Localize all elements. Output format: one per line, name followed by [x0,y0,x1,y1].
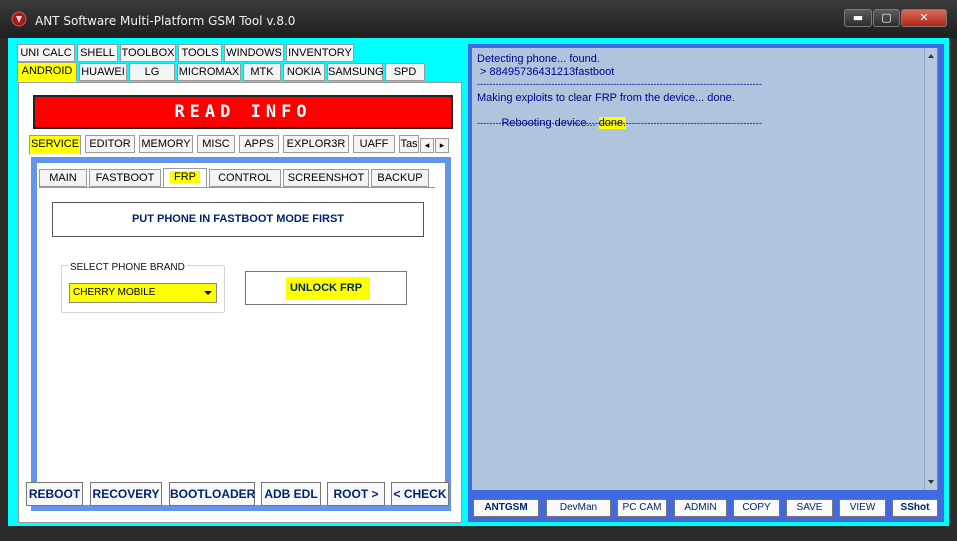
log-line: Making exploits to clear FRP from the de… [477,92,735,104]
tab-control[interactable]: CONTROL [209,169,281,187]
tab-main[interactable]: MAIN [39,169,87,187]
scroll-down-icon[interactable] [928,480,934,484]
tab-lg[interactable]: LG [129,63,175,81]
log-line: Detecting phone... found. [477,53,600,65]
service-frame: MAIN FASTBOOT FRP CONTROL SCREENSHOT BAC… [31,157,451,511]
tab-huawei[interactable]: HUAWEI [79,63,127,81]
android-tab-page: READ INFO SERVICE EDITOR MEMORY MISC APP… [18,82,462,523]
tab-scroll-right-icon[interactable]: ▸ [435,138,449,153]
copy-button[interactable]: COPY [733,499,780,517]
adb-edl-button[interactable]: ADB EDL [261,482,321,506]
tab-divider [39,187,435,188]
tab-scroll-left-icon[interactable]: ◂ [420,138,434,153]
tab-windows[interactable]: WINDOWS [224,44,284,62]
left-panel: UNI CALC SHELL TOOLBOX TOOLS WINDOWS INV… [12,42,464,523]
service-page: MAIN FASTBOOT FRP CONTROL SCREENSHOT BAC… [37,163,445,505]
scroll-up-icon[interactable] [928,54,934,58]
read-info-button[interactable]: READ INFO [33,95,453,129]
reboot-button[interactable]: REBOOT [26,482,83,506]
tab-micromax[interactable]: MICROMAX [177,63,241,81]
recovery-button[interactable]: RECOVERY [90,482,162,506]
log-scrollbar[interactable] [924,48,937,490]
tab-nokia[interactable]: NOKIA [283,63,325,81]
log-line: > 88495736431213fastboot [477,66,615,78]
bootloader-button[interactable]: BOOTLOADER [169,482,255,506]
tab-frp-label: FRP [170,171,200,183]
maximize-button[interactable]: ▢ [873,9,900,27]
tab-frp[interactable]: FRP [163,168,207,188]
view-button[interactable]: VIEW [839,499,886,517]
tab-tools[interactable]: TOOLS [178,44,222,62]
phone-brand-select[interactable]: CHERRY MOBILE [69,283,217,303]
tab-samsung[interactable]: SAMSUNG [327,63,384,81]
tab-android[interactable]: ANDROID [17,62,77,82]
tab-editor[interactable]: EDITOR [85,135,135,153]
tab-misc[interactable]: MISC [197,135,235,153]
log-separator: ----------------------------------------… [477,118,762,128]
log-separator: ----------------------------------------… [477,79,762,89]
tab-service[interactable]: SERVICE [29,135,81,155]
tab-uni-calc[interactable]: UNI CALC [17,44,75,62]
tab-explor3r[interactable]: EXPLOR3R [283,135,349,153]
chevron-down-icon [204,291,212,295]
tab-mtk[interactable]: MTK [243,63,281,81]
pc-cam-button[interactable]: PC CAM [617,499,667,517]
admin-button[interactable]: ADMIN [674,499,727,517]
app-logo-icon [11,11,27,27]
tab-uaff[interactable]: UAFF [353,135,395,153]
minimize-button[interactable]: ▬ [844,9,872,27]
phone-brand-group: SELECT PHONE BRAND CHERRY MOBILE [61,262,225,313]
window-title: ANT Software Multi-Platform GSM Tool v.8… [35,14,296,28]
log-output[interactable]: Detecting phone... found. > 884957364312… [472,48,938,490]
tab-toolbox[interactable]: TOOLBOX [120,44,176,62]
antgsm-button[interactable]: ANTGSM [473,499,539,517]
tab-screenshot[interactable]: SCREENSHOT [283,169,369,187]
tab-fastboot[interactable]: FASTBOOT [89,169,161,187]
unlock-frp-label: UNLOCK FRP [289,282,363,294]
save-button[interactable]: SAVE [786,499,833,517]
tab-tasks[interactable]: Tas [399,135,419,153]
app-window: ANT Software Multi-Platform GSM Tool v.8… [0,0,957,541]
tab-memory[interactable]: MEMORY [139,135,193,153]
check-button[interactable]: < CHECK [391,482,449,506]
log-frame: Detecting phone... found. > 884957364312… [468,44,944,494]
title-bar[interactable]: ANT Software Multi-Platform GSM Tool v.8… [0,0,957,38]
root-button[interactable]: ROOT > [327,482,385,506]
close-button[interactable]: ✕ [901,9,947,27]
tab-inventory[interactable]: INVENTORY [286,44,354,62]
tab-apps[interactable]: APPS [239,135,279,153]
tab-spd[interactable]: SPD [385,63,425,81]
tab-shell[interactable]: SHELL [77,44,118,62]
phone-brand-value: CHERRY MOBILE [73,287,156,298]
log-toolbar: ANTGSM DevMan PC CAM ADMIN COPY SAVE VIE… [468,494,944,522]
phone-brand-label: SELECT PHONE BRAND [68,262,187,273]
sshot-button[interactable]: SShot [892,499,938,517]
tab-backup[interactable]: BACKUP [371,169,429,187]
devman-button[interactable]: DevMan [546,499,611,517]
unlock-frp-button[interactable]: UNLOCK FRP [245,271,407,305]
fastboot-warning-box: PUT PHONE IN FASTBOOT MODE FIRST [52,202,424,237]
